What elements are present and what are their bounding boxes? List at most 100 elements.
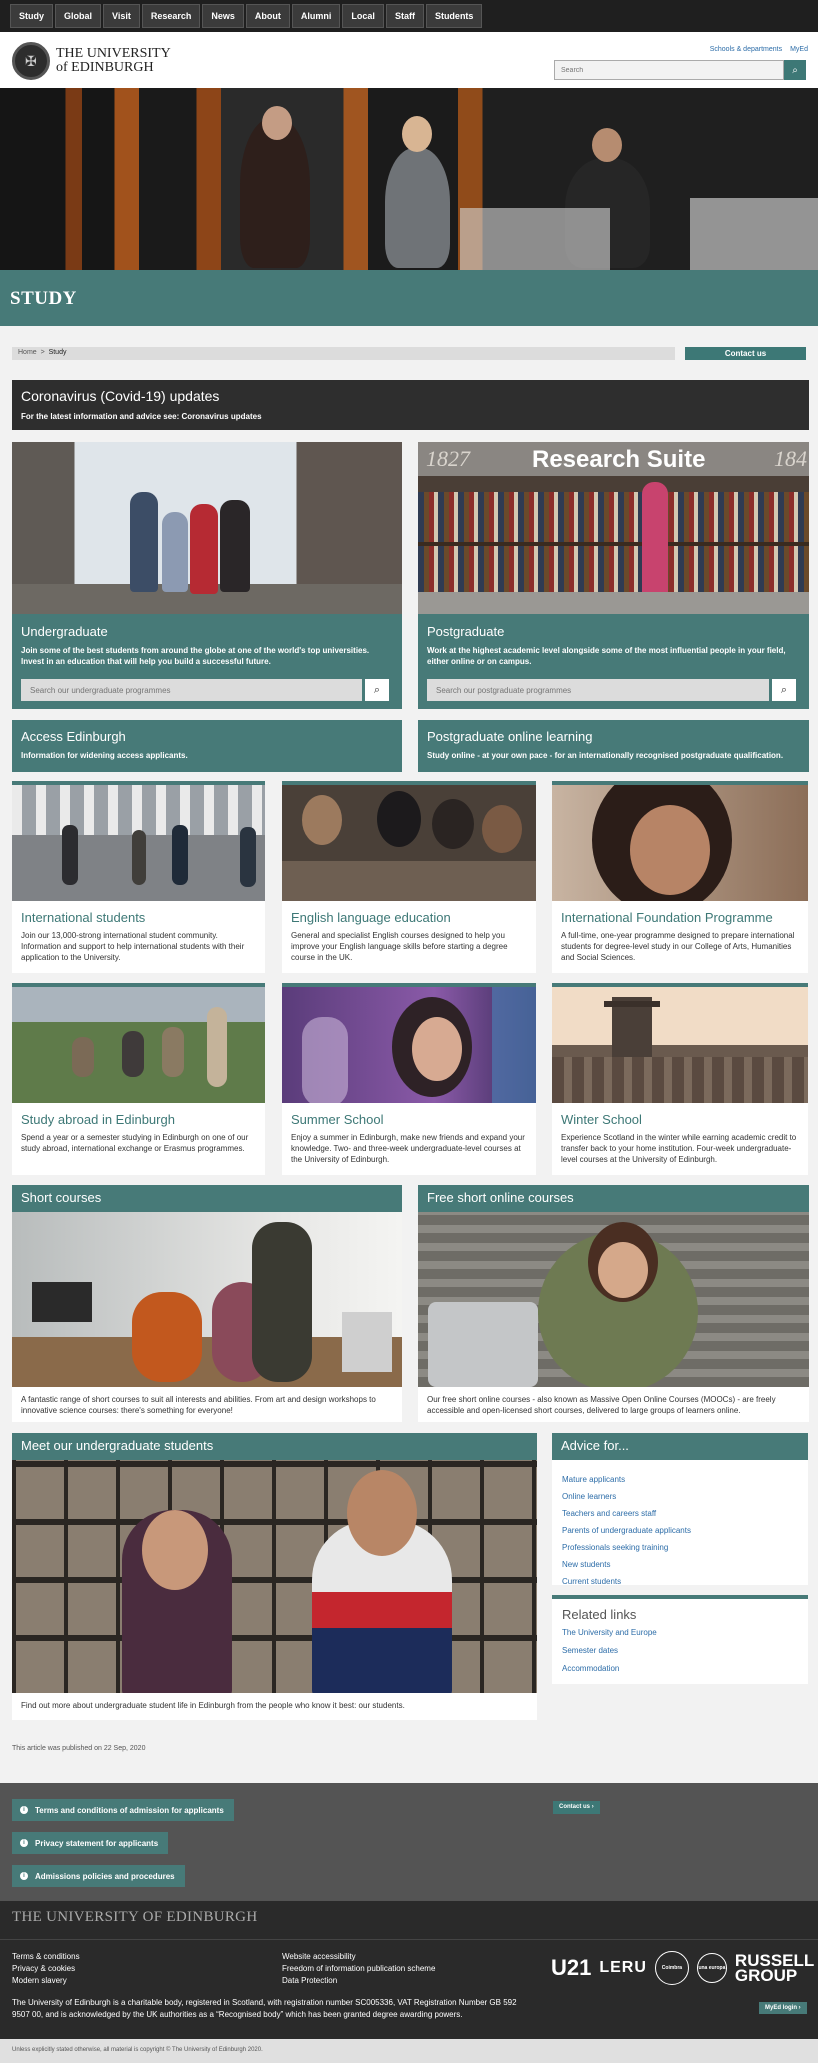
winter-school-image [552, 987, 808, 1103]
foundation-programme-text: A full-time, one-year programme designed… [561, 931, 795, 962]
search-button[interactable]: ⌕ [784, 60, 806, 80]
info-icon: i [20, 1872, 28, 1880]
search-input[interactable] [554, 60, 784, 80]
footer-divider [0, 1939, 818, 1940]
footer-contact-button[interactable]: Contact us › [553, 1801, 600, 1814]
breadcrumb-current: Study [48, 349, 67, 356]
english-language-title: English language education [291, 910, 451, 925]
summer-school-image [282, 987, 536, 1103]
study-abroad-tile[interactable]: Study abroad in Edinburgh Spend a year o… [12, 983, 265, 1175]
nav-students[interactable]: Students [425, 4, 483, 28]
terms-admission-button[interactable]: i Terms and conditions of admission for a… [12, 1799, 234, 1821]
study-abroad-text: Spend a year or a semester studying in E… [21, 1133, 249, 1153]
international-students-title: International students [21, 910, 146, 925]
breadcrumb-separator: > [40, 349, 45, 356]
footer-data-protection-link[interactable]: Data Protection [282, 1976, 337, 1985]
english-language-text: General and specialist English courses d… [291, 931, 508, 962]
nav-local[interactable]: Local [342, 4, 384, 28]
leru-logo[interactable]: LERU [599, 1959, 647, 1977]
meet-students-panel[interactable]: Meet our undergraduate students Find out… [12, 1433, 537, 1720]
meet-students-text: Find out more about undergraduate studen… [21, 1701, 405, 1710]
nav-staff[interactable]: Staff [385, 4, 424, 28]
undergraduate-text: Join some of the best students from arou… [21, 646, 370, 666]
site-footer: THE UNIVERSITY OF EDINBURGH Terms & cond… [0, 1901, 818, 2039]
advice-parents[interactable]: Parents of undergraduate applicants [562, 1526, 691, 1535]
nav-research[interactable]: Research [141, 4, 201, 28]
coronavirus-updates-link[interactable]: Coronavirus updates [182, 412, 262, 421]
postgraduate-search-input[interactable] [427, 679, 769, 701]
advice-current-students[interactable]: Current students [562, 1577, 621, 1586]
nav-study[interactable]: Study [10, 4, 54, 28]
copyright-notice: Unless explicitly stated otherwise, all … [0, 2039, 818, 2063]
footer-foi-link[interactable]: Freedom of information publication schem… [282, 1964, 435, 1973]
related-semester-dates[interactable]: Semester dates [562, 1646, 618, 1655]
summer-school-tile[interactable]: Summer School Enjoy a summer in Edinburg… [282, 983, 536, 1175]
undergraduate-title: Undergraduate [21, 624, 108, 639]
schools-departments-link[interactable]: Schools & departments [710, 46, 782, 53]
pg-online-text: Study online - at your own pace - for an… [427, 751, 784, 760]
charity-statement: The University of Edinburgh is a charita… [12, 1998, 517, 2019]
advice-professionals[interactable]: Professionals seeking training [562, 1543, 668, 1552]
covid-title: Coronavirus (Covid-19) updates [21, 388, 220, 404]
info-icon: i [20, 1806, 28, 1814]
international-students-tile[interactable]: International students Join our 13,000-s… [12, 781, 265, 973]
footer-privacy-link[interactable]: Privacy & cookies [12, 1964, 75, 1973]
year-right-sign: 184 [774, 446, 807, 471]
footer-terms-link[interactable]: Terms & conditions [12, 1952, 80, 1961]
nav-news[interactable]: News [202, 4, 244, 28]
top-navigation: Study Global Visit Research News About A… [0, 0, 818, 32]
admissions-policies-button[interactable]: i Admissions policies and procedures [12, 1865, 185, 1887]
pg-online-learning-banner[interactable]: Postgraduate online learning Study onlin… [418, 720, 809, 772]
site-search: ⌕ [554, 60, 806, 80]
footer-links-area: i Terms and conditions of admission for a… [0, 1783, 818, 1901]
study-abroad-title: Study abroad in Edinburgh [21, 1112, 175, 1127]
breadcrumb-home[interactable]: Home [18, 349, 37, 356]
advice-online-learners[interactable]: Online learners [562, 1492, 616, 1501]
advice-new-students[interactable]: New students [562, 1560, 610, 1569]
crest-icon: ✠ [12, 42, 50, 80]
nav-about[interactable]: About [245, 4, 290, 28]
footer-modern-slavery-link[interactable]: Modern slavery [12, 1976, 67, 1985]
footer-university-name: THE UNIVERSITY OF EDINBURGH [12, 1909, 258, 1925]
footer-accessibility-link[interactable]: Website accessibility [282, 1952, 356, 1961]
una-europa-logo[interactable]: una europa [696, 1953, 727, 1983]
nav-global[interactable]: Global [55, 4, 102, 28]
free-online-courses-panel[interactable]: Free short online courses Our free short… [418, 1185, 809, 1422]
english-language-tile[interactable]: English language education General and s… [282, 781, 536, 973]
undergraduate-search-input[interactable] [21, 679, 362, 701]
meet-students-title: Meet our undergraduate students [12, 1433, 537, 1460]
contact-us-button[interactable]: Contact us [685, 347, 806, 360]
short-courses-panel[interactable]: Short courses A fantastic range of short… [12, 1185, 402, 1422]
coimbra-logo[interactable]: Coimbra [654, 1951, 689, 1985]
advice-mature-applicants[interactable]: Mature applicants [562, 1475, 625, 1484]
chevron-right-icon: › [591, 1804, 594, 1810]
university-logo[interactable]: ✠ THE UNIVERSITY of EDINBURGH [12, 42, 171, 80]
free-online-text: Our free short online courses - also kno… [427, 1395, 776, 1415]
postgraduate-search: ⌕ [427, 679, 796, 701]
privacy-statement-button[interactable]: i Privacy statement for applicants [12, 1832, 169, 1854]
undergraduate-search-button[interactable]: ⌕ [365, 679, 389, 701]
study-abroad-image [12, 987, 265, 1103]
russell-group-logo[interactable]: RUSSELL GROUP [735, 1952, 818, 1984]
winter-school-tile[interactable]: Winter School Experience Scotland in the… [552, 983, 808, 1175]
u21-logo[interactable]: U21 [551, 1955, 591, 1981]
info-icon: i [20, 1839, 28, 1847]
covid-text: For the latest information and advice se… [21, 412, 180, 421]
related-accommodation[interactable]: Accommodation [562, 1664, 619, 1673]
nav-visit[interactable]: Visit [103, 4, 140, 28]
advice-teachers-careers[interactable]: Teachers and careers staff [562, 1509, 656, 1518]
research-suite-sign: Research Suite [532, 446, 706, 473]
search-icon: ⌕ [780, 683, 788, 696]
related-title: Related links [562, 1607, 637, 1622]
related-university-europe[interactable]: The University and Europe [562, 1628, 657, 1637]
postgraduate-card: 1827 Research Suite 184 Postgraduate Wor… [418, 442, 809, 709]
myed-link[interactable]: MyEd [790, 46, 808, 53]
myed-login-button[interactable]: MyEd login › [759, 2002, 807, 2014]
myed-login-label: MyEd login [765, 2005, 797, 2011]
postgraduate-title: Postgraduate [427, 624, 505, 639]
postgraduate-search-button[interactable]: ⌕ [772, 679, 796, 701]
foundation-programme-tile[interactable]: International Foundation Programme A ful… [552, 781, 808, 973]
nav-alumni[interactable]: Alumni [291, 4, 341, 28]
english-language-image [282, 785, 536, 901]
access-edinburgh-banner[interactable]: Access Edinburgh Information for widenin… [12, 720, 402, 772]
